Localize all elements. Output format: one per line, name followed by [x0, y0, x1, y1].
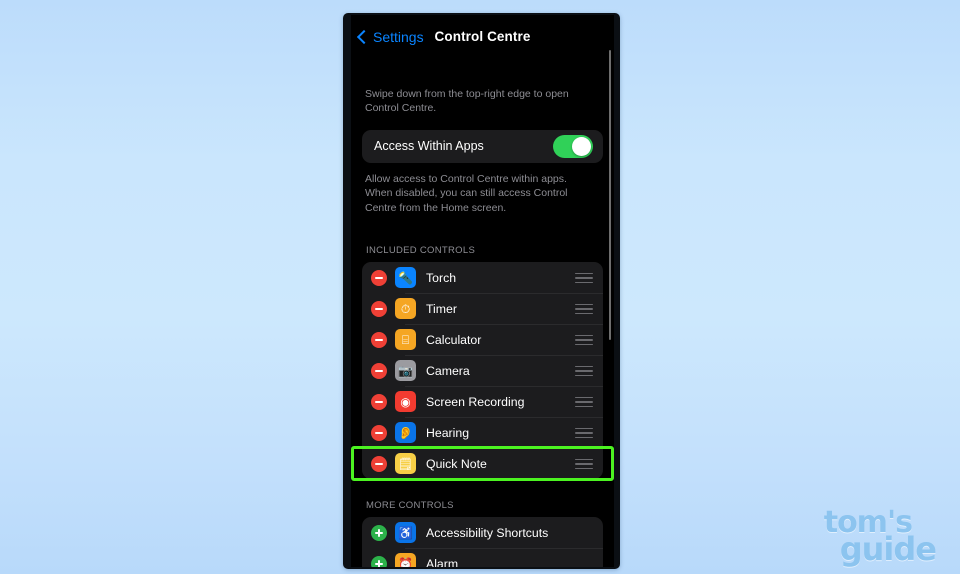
control-label: Camera — [426, 363, 470, 378]
drag-handle-line — [575, 365, 593, 368]
minus-icon — [375, 338, 383, 341]
drag-handle-line — [575, 432, 593, 434]
control-label: Hearing — [426, 425, 470, 440]
minus-icon — [375, 431, 383, 434]
drag-handle-line — [575, 339, 593, 341]
remove-control-button[interactable] — [371, 424, 387, 441]
access-within-apps-card: Access Within Apps — [362, 129, 603, 163]
alarm-icon: ⏰ — [395, 553, 416, 567]
control-label: Alarm — [426, 556, 459, 567]
drag-handle-line — [575, 343, 593, 346]
quick-note-icon: 🗒 — [395, 453, 416, 475]
toggle-knob — [571, 136, 592, 157]
drag-handle-icon[interactable] — [575, 458, 593, 470]
control-row[interactable]: ♿ Accessibility Shortcuts — [362, 517, 603, 548]
control-label: Screen Recording — [426, 394, 525, 409]
watermark-line-2: guide — [839, 529, 937, 568]
torch-icon: 🔦 — [395, 267, 416, 289]
navigation-bar: Settings Control Centre — [351, 15, 614, 61]
settings-content: Swipe down from the top-right edge to op… — [351, 87, 614, 567]
minus-icon — [375, 462, 383, 465]
drag-handle-line — [575, 436, 593, 439]
remove-control-button[interactable] — [371, 331, 387, 348]
remove-control-button[interactable] — [371, 393, 387, 410]
timer-icon: ⏱ — [395, 298, 416, 320]
drag-handle-line — [575, 405, 593, 408]
control-label: Calculator — [426, 332, 482, 347]
drag-handle-line — [575, 272, 593, 275]
drag-handle-line — [575, 374, 593, 377]
drag-handle-icon[interactable] — [575, 272, 593, 284]
control-row[interactable]: ⏱ Timer — [362, 293, 603, 324]
minus-icon — [375, 400, 383, 403]
drag-handle-line — [575, 401, 593, 403]
minus-icon — [375, 369, 383, 372]
remove-control-button[interactable] — [371, 362, 387, 379]
add-control-button[interactable] — [371, 524, 387, 541]
included-controls-header: INCLUDED CONTROLS — [366, 245, 476, 257]
drag-handle-line — [575, 334, 593, 337]
drag-handle-line — [575, 281, 593, 284]
toms-guide-watermark: tom's guide — [824, 508, 937, 568]
calculator-icon: ⌸ — [395, 329, 416, 351]
included-controls-list: 🔦 Torch ⏱ Timer ⌸ Calculator 📷 Camera ◉ Screen Re… — [362, 262, 603, 480]
minus-icon — [375, 307, 383, 310]
plus-icon-vertical — [378, 528, 380, 537]
drag-handle-icon[interactable] — [575, 334, 593, 346]
page-title: Control Centre — [434, 29, 531, 44]
vertical-scrollbar[interactable] — [608, 50, 611, 340]
intro-description: Swipe down from the top-right edge to op… — [365, 88, 569, 115]
remove-control-button[interactable] — [371, 300, 387, 317]
remove-control-button[interactable] — [371, 269, 387, 286]
drag-handle-line — [575, 370, 593, 372]
more-controls-list: ♿ Accessibility Shortcuts ⏰ Alarm — [362, 517, 603, 567]
drag-handle-line — [575, 467, 593, 470]
drag-handle-line — [575, 308, 593, 310]
control-label: Accessibility Shortcuts — [426, 525, 549, 540]
plus-icon-vertical — [378, 559, 380, 567]
control-row[interactable]: ⌸ Calculator — [362, 324, 603, 355]
control-label: Torch — [426, 270, 457, 285]
remove-control-button[interactable] — [371, 455, 387, 472]
screen-recording-icon: ◉ — [395, 391, 416, 413]
hearing-icon: 👂 — [395, 422, 416, 444]
access-within-apps-toggle[interactable] — [553, 134, 593, 158]
control-row[interactable]: 🔦 Torch — [362, 262, 603, 293]
access-within-apps-row[interactable]: Access Within Apps — [362, 130, 603, 163]
access-within-apps-footnote: Allow access to Control Centre within ap… — [365, 172, 568, 214]
drag-handle-icon[interactable] — [575, 427, 593, 439]
drag-handle-line — [575, 463, 593, 465]
minus-icon — [375, 276, 383, 279]
control-label: Quick Note — [426, 456, 487, 471]
access-within-apps-label: Access Within Apps — [374, 139, 484, 154]
drag-handle-icon[interactable] — [575, 396, 593, 408]
more-controls-header: MORE CONTROLS — [366, 500, 454, 512]
control-row[interactable]: 🗒 Quick Note — [362, 448, 603, 479]
drag-handle-icon[interactable] — [575, 303, 593, 315]
control-row[interactable]: ⏰ Alarm — [362, 548, 603, 567]
add-control-button[interactable] — [371, 555, 387, 567]
drag-handle-line — [575, 303, 593, 306]
control-label: Timer — [426, 301, 457, 316]
drag-handle-line — [575, 427, 593, 430]
camera-icon: 📷 — [395, 360, 416, 382]
phone-frame: Settings Control Centre Swipe down from … — [343, 13, 620, 569]
phone-screen: Settings Control Centre Swipe down from … — [351, 15, 614, 567]
drag-handle-line — [575, 458, 593, 461]
drag-handle-icon[interactable] — [575, 365, 593, 377]
control-row[interactable]: ◉ Screen Recording — [362, 386, 603, 417]
drag-handle-line — [575, 277, 593, 279]
accessibility-icon: ♿ — [395, 522, 416, 544]
drag-handle-line — [575, 312, 593, 315]
control-row[interactable]: 👂 Hearing — [362, 417, 603, 448]
drag-handle-line — [575, 396, 593, 399]
control-row[interactable]: 📷 Camera — [362, 355, 603, 386]
